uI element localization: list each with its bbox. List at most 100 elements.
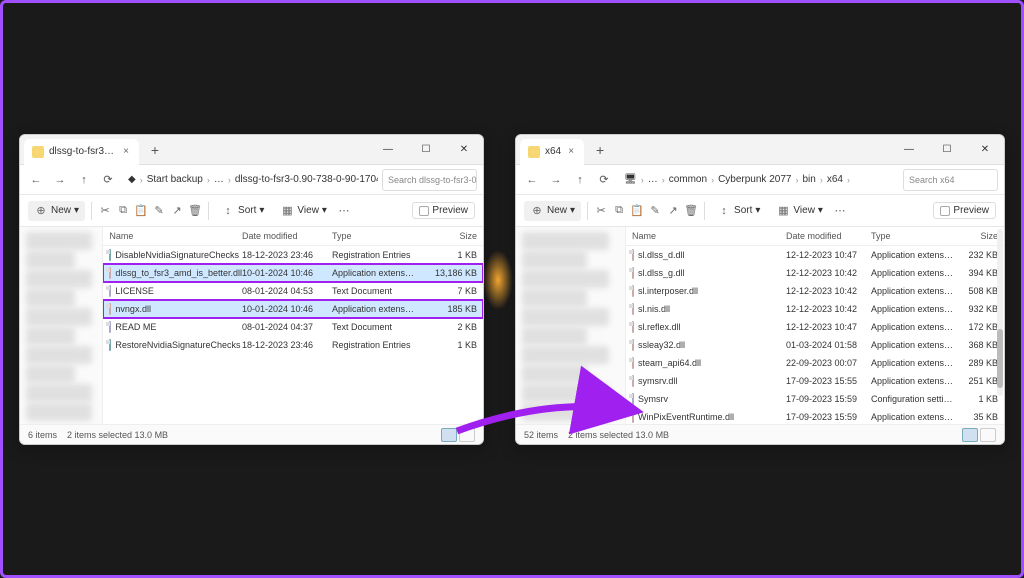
back-button[interactable]: ← <box>26 170 46 190</box>
sort-button[interactable]: ↕Sort ▾ <box>711 201 766 221</box>
paste-icon[interactable]: 📋 <box>630 204 644 218</box>
file-row[interactable]: sl.dlss_g.dll12-12-2023 10:42Application… <box>626 264 1004 282</box>
refresh-button[interactable]: ⟳ <box>98 170 118 190</box>
breadcrumb-segment[interactable]: Start backup <box>147 174 203 185</box>
icons-view-button[interactable] <box>459 428 475 442</box>
new-button[interactable]: ⊕New ▾ <box>524 201 581 221</box>
breadcrumb-segment[interactable]: … <box>648 174 658 185</box>
rename-icon[interactable]: ✎ <box>648 204 662 218</box>
file-row[interactable]: Symsrv17-09-2023 15:59Configuration sett… <box>626 390 1004 408</box>
file-row[interactable]: LICENSE08-01-2024 04:53Text Document7 KB <box>103 282 483 300</box>
file-row[interactable]: steam_api64.dll22-09-2023 00:07Applicati… <box>626 354 1004 372</box>
rename-icon[interactable]: ✎ <box>152 204 166 218</box>
col-type[interactable]: Type <box>871 231 956 241</box>
new-button[interactable]: ⊕New ▾ <box>28 201 85 221</box>
close-button[interactable]: ✕ <box>966 135 1004 165</box>
forward-button[interactable]: → <box>546 170 566 190</box>
scrollbar[interactable] <box>997 229 1003 396</box>
details-view-button[interactable] <box>441 428 457 442</box>
minimize-button[interactable]: — <box>369 135 407 165</box>
preview-toggle[interactable]: Preview <box>412 202 475 219</box>
more-icon[interactable]: ⋯ <box>337 204 351 218</box>
search-input[interactable]: Search dlssg-to-fsr3-0.90-738… <box>382 169 477 191</box>
file-type: Application extens… <box>871 376 956 386</box>
breadcrumb-segment[interactable]: Cyberpunk 2077 <box>718 174 791 185</box>
close-tab-icon[interactable]: × <box>566 147 576 157</box>
up-button[interactable]: ↑ <box>74 170 94 190</box>
col-type[interactable]: Type <box>332 231 427 241</box>
col-name[interactable]: Name <box>632 231 786 241</box>
file-row[interactable]: symsrv.dll17-09-2023 15:55Application ex… <box>626 372 1004 390</box>
file-row[interactable]: RestoreNvidiaSignatureChecks18-12-2023 2… <box>103 336 483 354</box>
cut-icon[interactable]: ✂ <box>98 204 112 218</box>
details-view-button[interactable] <box>962 428 978 442</box>
file-row[interactable]: dlssg_to_fsr3_amd_is_better.dll10-01-202… <box>103 264 483 282</box>
share-icon[interactable]: ↗ <box>170 204 184 218</box>
scrollbar-thumb[interactable] <box>997 329 1003 388</box>
nav-pane[interactable] <box>20 227 103 424</box>
breadcrumb-segment[interactable]: x64 <box>827 174 843 185</box>
close-tab-icon[interactable]: × <box>121 147 131 157</box>
share-icon[interactable]: ↗ <box>666 204 680 218</box>
breadcrumb[interactable]: 🖥 › … › common › Cyberpunk 2077 › bin › … <box>618 169 899 191</box>
nav-pane[interactable] <box>516 227 626 424</box>
delete-icon[interactable]: 🗑 <box>684 204 698 218</box>
tab-active[interactable]: x64 × <box>520 139 584 165</box>
tab-active[interactable]: dlssg-to-fsr3-0.90-738-0-90-1… × <box>24 139 139 165</box>
copy-icon[interactable]: ⧉ <box>612 204 626 218</box>
file-date: 08-01-2024 04:53 <box>242 286 332 296</box>
breadcrumb-segment[interactable]: common <box>669 174 707 185</box>
column-headers[interactable]: Name Date modified Type Size <box>103 227 483 246</box>
file-row[interactable]: sl.reflex.dll12-12-2023 10:47Application… <box>626 318 1004 336</box>
view-button[interactable]: ▦View ▾ <box>274 201 333 221</box>
file-row[interactable]: nvngx.dll10-01-2024 10:46Application ext… <box>103 300 483 318</box>
view-button[interactable]: ▦View ▾ <box>770 201 829 221</box>
icons-view-button[interactable] <box>980 428 996 442</box>
col-date[interactable]: Date modified <box>242 231 332 241</box>
titlebar[interactable]: dlssg-to-fsr3-0.90-738-0-90-1… × + — ☐ ✕ <box>20 135 483 165</box>
file-row[interactable]: sl.nis.dll12-12-2023 10:42Application ex… <box>626 300 1004 318</box>
minimize-button[interactable]: — <box>890 135 928 165</box>
breadcrumb-segment[interactable]: … <box>214 174 224 185</box>
col-size[interactable]: Size <box>427 231 477 241</box>
column-headers[interactable]: Name Date modified Type Size <box>626 227 1004 246</box>
preview-toggle[interactable]: Preview <box>933 202 996 219</box>
col-date[interactable]: Date modified <box>786 231 871 241</box>
breadcrumb-segment[interactable]: bin <box>802 174 815 185</box>
search-input[interactable]: Search x64 <box>903 169 998 191</box>
cut-icon[interactable]: ✂ <box>594 204 608 218</box>
col-size[interactable]: Size <box>956 231 998 241</box>
new-tab-button[interactable]: + <box>588 142 612 158</box>
file-date: 08-01-2024 04:37 <box>242 322 332 332</box>
breadcrumb[interactable]: ◆ › Start backup › … › dlssg-to-fsr3-0.9… <box>122 169 378 191</box>
back-button[interactable]: ← <box>522 170 542 190</box>
chevron-right-icon: › <box>711 175 714 185</box>
refresh-button[interactable]: ⟳ <box>594 170 614 190</box>
up-button[interactable]: ↑ <box>570 170 590 190</box>
file-row[interactable]: READ ME08-01-2024 04:37Text Document2 KB <box>103 318 483 336</box>
sort-button[interactable]: ↕Sort ▾ <box>215 201 270 221</box>
maximize-button[interactable]: ☐ <box>928 135 966 165</box>
maximize-button[interactable]: ☐ <box>407 135 445 165</box>
breadcrumb-segment[interactable]: dlssg-to-fsr3-0.90-738-0-90-170486409 <box>235 174 378 185</box>
close-button[interactable]: ✕ <box>445 135 483 165</box>
pc-icon[interactable]: 🖥 <box>624 174 637 185</box>
file-row[interactable]: sl.dlss_d.dll12-12-2023 10:47Application… <box>626 246 1004 264</box>
file-list[interactable]: Name Date modified Type Size sl.dlss_d.d… <box>626 227 1004 424</box>
file-row[interactable]: sl.interposer.dll12-12-2023 10:42Applica… <box>626 282 1004 300</box>
file-row[interactable]: WinPixEventRuntime.dll17-09-2023 15:59Ap… <box>626 408 1004 424</box>
new-tab-button[interactable]: + <box>143 142 167 158</box>
paste-icon[interactable]: 📋 <box>134 204 148 218</box>
file-row[interactable]: ssleay32.dll01-03-2024 01:58Application … <box>626 336 1004 354</box>
file-list[interactable]: Name Date modified Type Size DisableNvid… <box>103 227 483 424</box>
col-name[interactable]: Name <box>109 231 242 241</box>
forward-button[interactable]: → <box>50 170 70 190</box>
file-row[interactable]: DisableNvidiaSignatureChecks18-12-2023 2… <box>103 246 483 264</box>
titlebar[interactable]: x64 × + — ☐ ✕ <box>516 135 1004 165</box>
file-name: sl.reflex.dll <box>638 322 681 332</box>
file-type: Text Document <box>332 286 427 296</box>
home-icon[interactable]: ◆ <box>128 174 136 185</box>
delete-icon[interactable]: 🗑 <box>188 204 202 218</box>
copy-icon[interactable]: ⧉ <box>116 204 130 218</box>
more-icon[interactable]: ⋯ <box>833 204 847 218</box>
